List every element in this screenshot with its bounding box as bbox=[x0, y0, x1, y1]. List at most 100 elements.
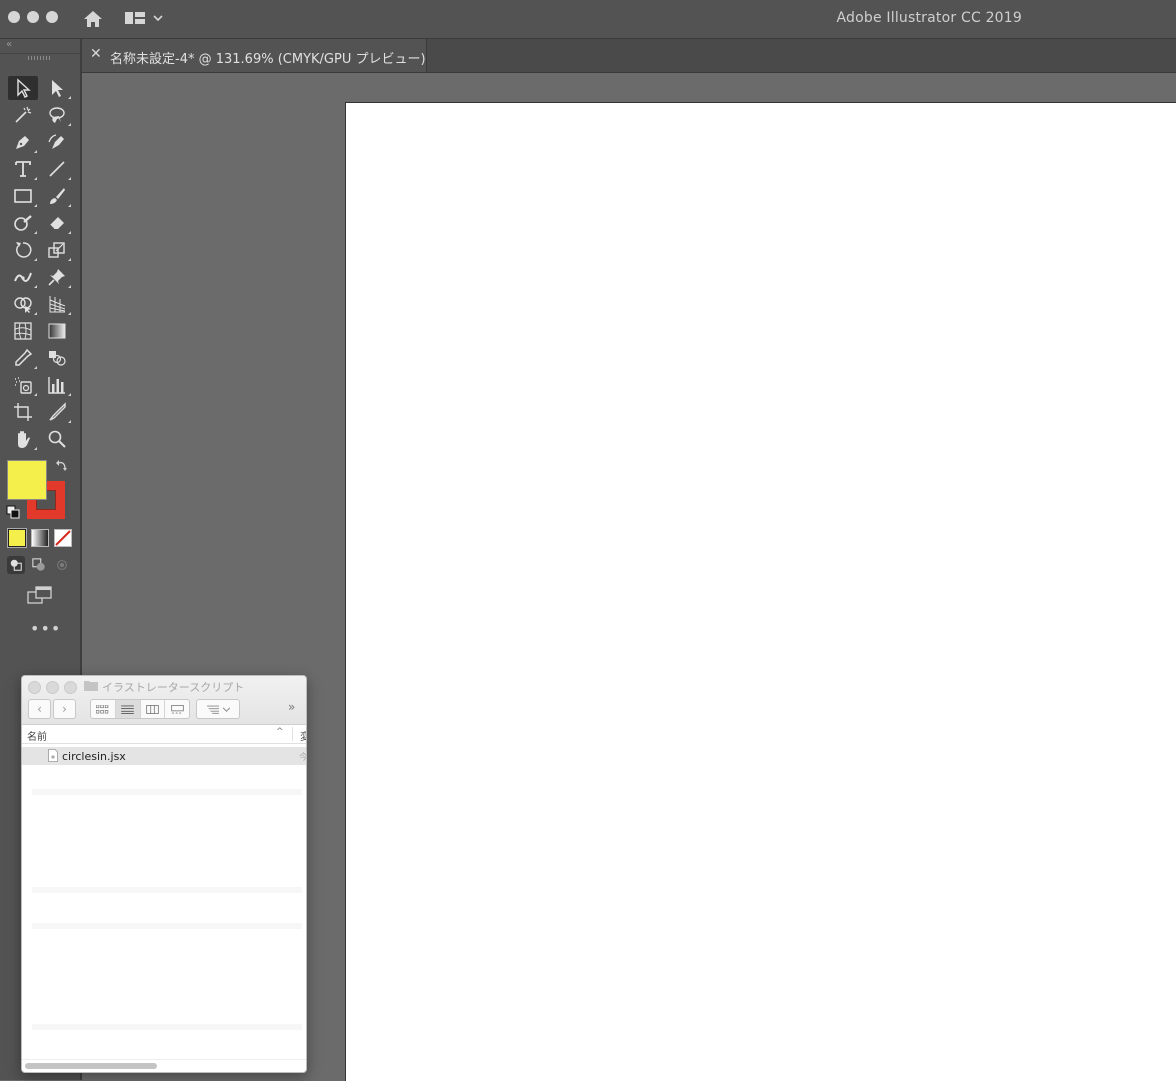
rotate-tool[interactable] bbox=[8, 238, 38, 262]
horizontal-scrollbar[interactable] bbox=[25, 1063, 157, 1069]
forward-button[interactable]: › bbox=[53, 699, 76, 719]
eraser-tool[interactable] bbox=[42, 211, 72, 235]
direct-selection-arrow-icon bbox=[52, 80, 63, 97]
perspective-grid-tool[interactable] bbox=[42, 292, 72, 316]
symbol-sprayer-icon bbox=[15, 377, 32, 394]
blend-tool[interactable] bbox=[42, 346, 72, 370]
jsx-file-icon bbox=[48, 749, 58, 762]
close-window-button[interactable] bbox=[8, 11, 20, 23]
arrange-menu-button[interactable] bbox=[196, 699, 240, 719]
home-icon[interactable] bbox=[82, 8, 104, 30]
gallery-view-icon bbox=[170, 704, 184, 714]
direct-selection-tool[interactable] bbox=[42, 76, 72, 100]
draw-normal-icon bbox=[10, 559, 22, 571]
gallery-view-button[interactable] bbox=[165, 700, 189, 718]
pen-icon bbox=[16, 136, 29, 149]
file-modified: 今 bbox=[299, 750, 306, 763]
workspace-switcher-icon[interactable] bbox=[125, 10, 165, 28]
pen-tool[interactable] bbox=[8, 130, 38, 154]
selection-tool[interactable] bbox=[8, 76, 38, 100]
gradient-tool[interactable] bbox=[42, 319, 72, 343]
color-mode-button[interactable] bbox=[7, 528, 27, 548]
mesh-tool[interactable] bbox=[8, 319, 38, 343]
document-tab-label: 名称未設定-4* @ 131.69% (CMYK/GPU プレビュー) bbox=[110, 52, 426, 67]
lasso-icon bbox=[49, 107, 65, 123]
view-mode-group bbox=[90, 699, 190, 719]
type-t-icon bbox=[15, 161, 31, 177]
rotate-icon bbox=[16, 242, 32, 258]
line-segment-tool[interactable] bbox=[42, 157, 72, 181]
minimize-window-button[interactable] bbox=[27, 11, 39, 23]
icon-view-button[interactable] bbox=[91, 700, 116, 718]
width-tool[interactable] bbox=[8, 265, 38, 289]
draw-normal-button[interactable] bbox=[7, 556, 25, 574]
magic-wand-tool[interactable] bbox=[8, 103, 38, 127]
finder-toolbar: イラストレータースクリプト ‹ › » bbox=[22, 676, 306, 725]
collapse-panel-icon[interactable]: « bbox=[6, 39, 12, 50]
panel-grip-icon[interactable] bbox=[28, 56, 50, 60]
column-header: 名前 ^ 変 bbox=[22, 725, 306, 744]
sort-ascending-icon[interactable]: ^ bbox=[276, 727, 284, 737]
draw-inside-icon bbox=[57, 560, 67, 570]
lasso-tool[interactable] bbox=[42, 103, 72, 127]
shaper-icon bbox=[14, 215, 32, 231]
close-tab-icon[interactable]: ✕ bbox=[90, 46, 102, 62]
line-segment-icon bbox=[49, 161, 65, 177]
eyedropper-icon bbox=[15, 348, 33, 366]
document-tab-bar: ✕ 名称未設定-4* @ 131.69% (CMYK/GPU プレビュー) bbox=[82, 39, 1176, 73]
column-view-button[interactable] bbox=[141, 700, 166, 718]
scale-tool[interactable] bbox=[42, 238, 72, 262]
finder-close-button[interactable] bbox=[28, 681, 41, 694]
artboard-tool[interactable] bbox=[8, 400, 38, 424]
column-view-icon bbox=[146, 704, 159, 714]
column-separator[interactable] bbox=[292, 727, 293, 741]
puppet-warp-tool[interactable] bbox=[42, 265, 72, 289]
type-tool[interactable] bbox=[8, 157, 38, 181]
shaper-tool[interactable] bbox=[8, 211, 38, 235]
curvature-tool[interactable] bbox=[42, 130, 72, 154]
none-slash-icon bbox=[55, 530, 71, 546]
draw-behind-icon bbox=[32, 558, 45, 571]
zoom-tool[interactable] bbox=[42, 427, 72, 451]
arrange-icon bbox=[206, 705, 219, 714]
default-fill-stroke-icon[interactable] bbox=[6, 505, 20, 519]
draw-inside-button[interactable] bbox=[53, 556, 71, 574]
name-column-header[interactable]: 名前 bbox=[27, 728, 47, 743]
toolbar-overflow-icon[interactable]: » bbox=[288, 700, 295, 714]
zoom-window-button[interactable] bbox=[46, 11, 58, 23]
column-graph-icon bbox=[48, 377, 65, 394]
slice-tool[interactable] bbox=[42, 400, 72, 424]
finder-minimize-button[interactable] bbox=[46, 681, 59, 694]
draw-behind-button[interactable] bbox=[30, 556, 48, 574]
file-name: circlesin.jsx bbox=[62, 750, 126, 763]
pushpin-icon bbox=[48, 269, 65, 286]
list-view-button[interactable] bbox=[115, 700, 141, 718]
column-graph-tool[interactable] bbox=[42, 373, 72, 397]
rectangle-tool[interactable] bbox=[8, 184, 38, 208]
shape-builder-tool[interactable] bbox=[8, 292, 38, 316]
modified-column-header[interactable]: 変 bbox=[300, 728, 306, 743]
file-row[interactable]: circlesin.jsx 今 bbox=[22, 747, 306, 765]
back-button[interactable]: ‹ bbox=[28, 699, 51, 719]
finder-title: イラストレータースクリプト bbox=[102, 681, 245, 694]
artboard[interactable] bbox=[345, 102, 1176, 1081]
magic-wand-icon bbox=[15, 106, 32, 123]
tools-panel-header: « bbox=[0, 39, 80, 54]
swap-fill-stroke-icon[interactable] bbox=[55, 459, 69, 473]
finder-zoom-button[interactable] bbox=[64, 681, 77, 694]
none-mode-button[interactable] bbox=[54, 529, 72, 547]
paintbrush-tool[interactable] bbox=[42, 184, 72, 208]
gradient-mode-button[interactable] bbox=[31, 529, 49, 547]
fill-color-swatch[interactable] bbox=[7, 460, 47, 500]
hand-tool[interactable] bbox=[8, 427, 38, 451]
curvature-pen-icon bbox=[48, 134, 64, 149]
edit-toolbar-more-icon[interactable]: ••• bbox=[30, 619, 61, 638]
screen-mode-icon[interactable] bbox=[27, 585, 53, 605]
finder-window[interactable]: イラストレータースクリプト ‹ › » 名前 ^ 変 bbox=[21, 675, 307, 1073]
icon-view-icon bbox=[96, 704, 109, 713]
hand-icon bbox=[18, 431, 30, 448]
eyedropper-tool[interactable] bbox=[8, 346, 38, 370]
symbol-sprayer-tool[interactable] bbox=[8, 373, 38, 397]
blend-icon bbox=[49, 351, 66, 366]
document-tab[interactable]: ✕ 名称未設定-4* @ 131.69% (CMYK/GPU プレビュー) bbox=[82, 39, 427, 72]
